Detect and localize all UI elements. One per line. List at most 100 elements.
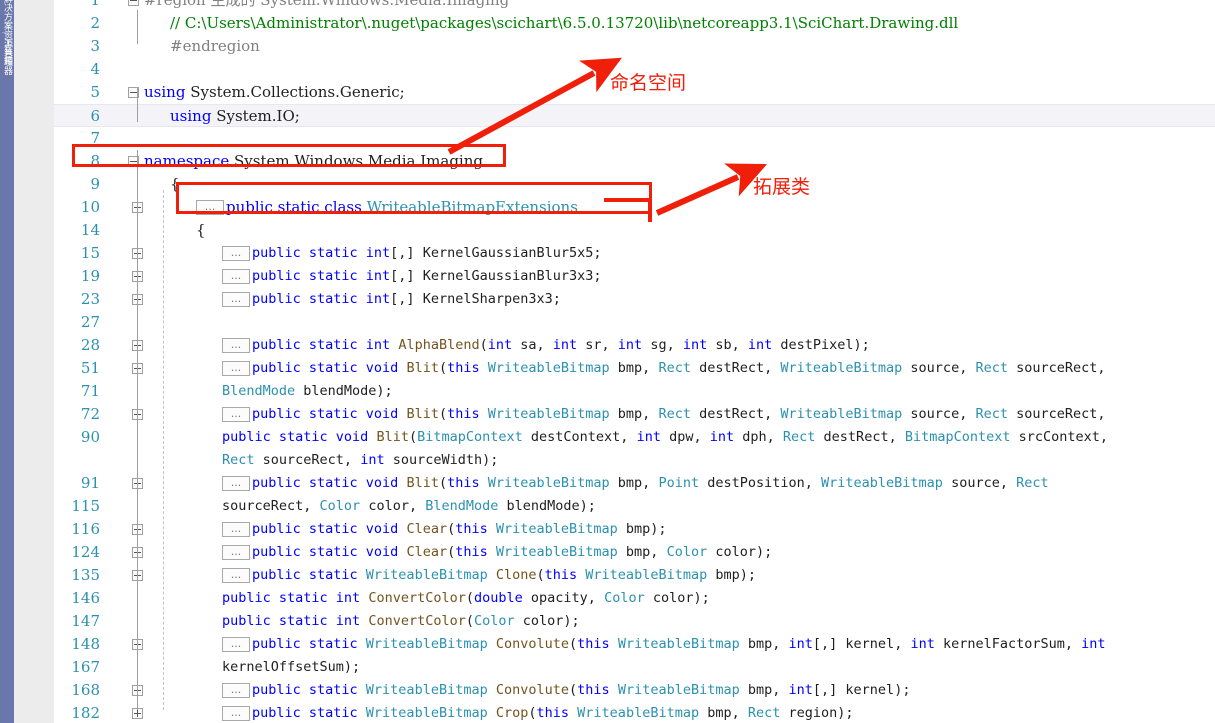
code-line[interactable]: 182... public static WriteableBitmap Crop… [54, 702, 1215, 723]
line-number: 167 [71, 658, 100, 676]
line-number: 10 [80, 198, 100, 216]
collapsed-region-ellipsis[interactable]: ... [222, 706, 250, 721]
line-number: 5 [90, 83, 100, 101]
code-line[interactable]: 90 public static void Blit(BitmapContext … [54, 426, 1215, 449]
code-line[interactable]: Rect sourceRect, int sourceWidth); [54, 449, 1215, 472]
collapsed-region-ellipsis[interactable]: ... [222, 269, 250, 284]
dock-tab-divider [2, 32, 12, 33]
fold-guide-line [137, 150, 138, 710]
line-number: 90 [80, 428, 100, 446]
code-lines-container[interactable]: 1 #region 生成的 System.Windows.Media.Imagin… [54, 0, 1215, 723]
code-editor[interactable]: 1 #region 生成的 System.Windows.Media.Imagin… [54, 0, 1215, 723]
code-text: public static WriteableBitmap Clone(this… [252, 567, 756, 583]
code-line[interactable]: 3 #endregion [54, 35, 1215, 58]
code-text: public static void Blit(this WriteableBi… [252, 406, 1106, 422]
collapsed-region-ellipsis[interactable]: ... [222, 683, 250, 698]
code-line[interactable]: 19... public static int[,] KernelGaussian… [54, 265, 1215, 288]
collapsed-region-ellipsis[interactable]: ... [222, 568, 250, 583]
code-line[interactable]: 6 using System.IO; [54, 104, 1215, 127]
line-number: 7 [90, 129, 100, 147]
code-text: Rect sourceRect, int sourceWidth); [222, 452, 499, 468]
code-text: kernelOffsetSum); [222, 659, 361, 675]
code-text: public static int[,] KernelGaussianBlur3… [252, 268, 602, 284]
code-line[interactable]: 4 [54, 58, 1215, 81]
code-text: public static void Blit(this WriteableBi… [252, 475, 1049, 491]
line-number: 19 [80, 267, 100, 285]
code-line[interactable]: 116... public static void Clear(this Writ… [54, 518, 1215, 541]
code-text: public static int ConvertColor(double op… [222, 590, 710, 606]
line-number: 1 [90, 0, 100, 9]
code-line[interactable]: 135... public static WriteableBitmap Clon… [54, 564, 1215, 587]
code-line[interactable]: 115 sourceRect, Color color, BlendMode bl… [54, 495, 1215, 518]
code-line[interactable]: 168... public static WriteableBitmap Conv… [54, 679, 1215, 702]
code-line[interactable]: 7 [54, 127, 1215, 150]
collapsed-region-ellipsis[interactable]: ... [222, 338, 250, 353]
code-text: #region 生成的 System.Windows.Media.Imaging [144, 0, 510, 9]
line-number: 3 [90, 37, 100, 55]
dock-tab-toolbox[interactable]: 工具箱 [0, 38, 14, 65]
collapse-fold-icon[interactable] [128, 0, 139, 6]
left-dock-strip: 解决方案资源管理器 工具箱 [0, 0, 14, 723]
line-number: 148 [71, 635, 100, 653]
code-line[interactable]: 72... public static void Blit(this Writea… [54, 403, 1215, 426]
code-line[interactable]: 5 using System.Collections.Generic; [54, 81, 1215, 104]
code-line[interactable]: 15... public static int[,] KernelGaussian… [54, 242, 1215, 265]
collapsed-region-ellipsis[interactable]: ... [222, 361, 250, 376]
code-line[interactable]: 23... public static int[,] KernelSharpen3… [54, 288, 1215, 311]
code-line[interactable]: 9{ [54, 173, 1215, 196]
line-number: 116 [71, 520, 100, 538]
code-line[interactable]: 147 public static int ConvertColor(Color … [54, 610, 1215, 633]
editor-window: 解决方案资源管理器 工具箱 1 #region 生成的 System.Window… [0, 0, 1215, 723]
code-text: public static void Blit(this WriteableBi… [252, 360, 1106, 376]
line-number: 6 [90, 107, 100, 125]
fold-guide-line [163, 190, 164, 710]
line-number: 4 [90, 60, 100, 78]
fold-guide-line [137, 10, 138, 44]
collapsed-region-ellipsis[interactable]: ... [222, 292, 250, 307]
code-line[interactable]: 28... public static int AlphaBlend(int sa… [54, 334, 1215, 357]
code-line[interactable]: 167 kernelOffsetSum); [54, 656, 1215, 679]
code-text: namespace System.Windows.Media.Imaging [144, 152, 483, 170]
collapsed-region-ellipsis[interactable]: ... [222, 522, 250, 537]
code-line[interactable]: 148... public static WriteableBitmap Conv… [54, 633, 1215, 656]
code-line[interactable]: 10... public static class WriteableBitmap… [54, 196, 1215, 219]
collapsed-region-ellipsis[interactable]: ... [222, 545, 250, 560]
code-line[interactable]: 27 [54, 311, 1215, 334]
code-line[interactable]: 71 BlendMode blendMode); [54, 380, 1215, 403]
fold-guide-line [137, 88, 138, 122]
code-line[interactable]: 124... public static void Clear(this Writ… [54, 541, 1215, 564]
line-number: 15 [80, 244, 100, 262]
code-text: using System.IO; [170, 107, 300, 125]
code-text: sourceRect, Color color, BlendMode blend… [222, 498, 596, 514]
code-line[interactable]: 146 public static int ConvertColor(double… [54, 587, 1215, 610]
line-number: 28 [80, 336, 100, 354]
collapsed-region-ellipsis[interactable]: ... [222, 246, 250, 261]
code-line[interactable]: 91... public static void Blit(this Writea… [54, 472, 1215, 495]
collapsed-region-ellipsis[interactable]: ... [222, 637, 250, 652]
code-text: public static void Blit(BitmapContext de… [222, 429, 1109, 445]
line-number: 51 [80, 359, 100, 377]
code-line[interactable]: 8 namespace System.Windows.Media.Imaging [54, 150, 1215, 173]
line-number: 168 [71, 681, 100, 699]
code-text: public static WriteableBitmap Crop(this … [252, 705, 854, 721]
line-number: 124 [71, 543, 100, 561]
line-number: 115 [71, 497, 100, 515]
code-text: public static int ConvertColor(Color col… [222, 613, 580, 629]
line-number: 72 [80, 405, 100, 423]
code-line[interactable]: 1 #region 生成的 System.Windows.Media.Imagin… [54, 0, 1215, 12]
code-line[interactable]: 14 { [54, 219, 1215, 242]
line-number: 2 [90, 14, 100, 32]
code-line[interactable]: 51... public static void Blit(this Writea… [54, 357, 1215, 380]
line-number: 146 [71, 589, 100, 607]
collapsed-region-ellipsis[interactable]: ... [196, 200, 224, 215]
code-text: #endregion [170, 37, 260, 55]
code-text: public static int AlphaBlend(int sa, int… [252, 337, 870, 353]
code-text: { [170, 175, 180, 193]
code-text: public static WriteableBitmap Convolute(… [252, 682, 911, 698]
collapsed-region-ellipsis[interactable]: ... [222, 407, 250, 422]
code-text: using System.Collections.Generic; [144, 83, 405, 101]
line-number: 147 [71, 612, 100, 630]
collapsed-region-ellipsis[interactable]: ... [222, 476, 250, 491]
code-line[interactable]: 2 // C:\Users\Administrator\.nuget\packag… [54, 12, 1215, 35]
line-number: 182 [71, 704, 100, 722]
